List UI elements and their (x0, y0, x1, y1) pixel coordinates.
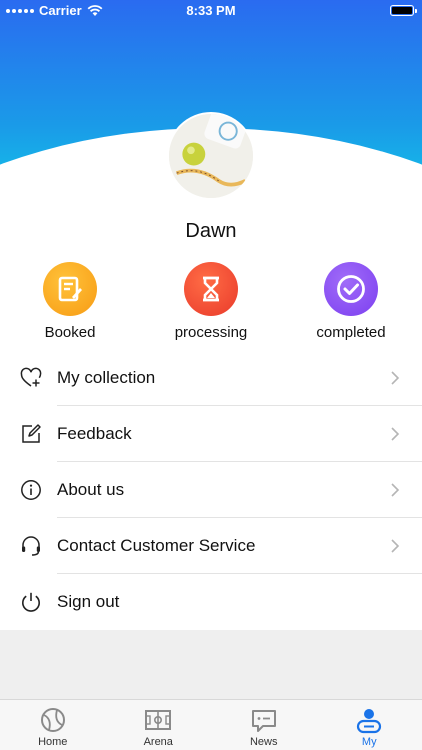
chevron-right-icon (391, 483, 400, 497)
avatar[interactable] (167, 112, 255, 200)
tab-home[interactable]: Home (0, 700, 106, 750)
menu-item-label: Contact Customer Service (57, 536, 256, 555)
tab-arena[interactable]: Arena (106, 700, 212, 750)
status-booked-label: Booked (44, 324, 96, 341)
menu-item-contact-customer-service[interactable]: Contact Customer Service (0, 518, 422, 574)
headset-icon (22, 536, 40, 556)
chat-icon (251, 710, 276, 732)
status-completed[interactable]: completed (291, 262, 411, 341)
menu-item-feedback[interactable]: Feedback (0, 406, 422, 462)
status-bar: Carrier 8:33 PM (0, 0, 422, 22)
order-status-row: Booked processing completed (0, 262, 422, 342)
menu-item-my-collection[interactable]: My collection (0, 350, 422, 406)
hourglass-icon (184, 262, 238, 316)
chevron-right-icon (391, 371, 400, 385)
chevron-right-icon (391, 539, 400, 553)
field-icon (145, 710, 172, 730)
tab-my[interactable]: My (317, 700, 422, 750)
status-processing-label: processing (174, 324, 248, 341)
booked-icon (43, 262, 97, 316)
heart-plus-icon (20, 367, 42, 387)
edit-icon (22, 424, 41, 443)
power-icon (22, 592, 40, 612)
tab-bar: Home Arena News My (0, 699, 422, 750)
menu-item-label: About us (57, 480, 125, 499)
tab-label: My (361, 736, 377, 748)
tab-label: Arena (143, 736, 173, 748)
status-processing[interactable]: processing (151, 262, 271, 341)
menu-item-sign-out[interactable]: Sign out (0, 574, 422, 630)
menu-item-label: My collection (57, 368, 156, 387)
battery-icon (390, 5, 417, 16)
tab-label: Home (38, 736, 68, 748)
tab-news[interactable]: News (211, 700, 317, 750)
settings-menu: My collection Feedback About us Contact … (0, 350, 422, 630)
menu-item-label: Sign out (57, 592, 120, 611)
chevron-right-icon (391, 427, 400, 441)
menu-item-label: Feedback (57, 424, 132, 443)
user-name: Dawn (185, 220, 237, 242)
menu-item-about-us[interactable]: About us (0, 462, 422, 518)
avatar-image (169, 114, 253, 198)
check-circle-icon (324, 262, 378, 316)
person-icon (357, 709, 382, 734)
status-completed-label: completed (316, 324, 386, 341)
status-booked[interactable]: Booked (10, 262, 130, 341)
clock: 8:33 PM (186, 3, 236, 18)
tab-label: News (249, 736, 278, 748)
info-icon (21, 480, 41, 500)
ball-icon (40, 708, 65, 732)
